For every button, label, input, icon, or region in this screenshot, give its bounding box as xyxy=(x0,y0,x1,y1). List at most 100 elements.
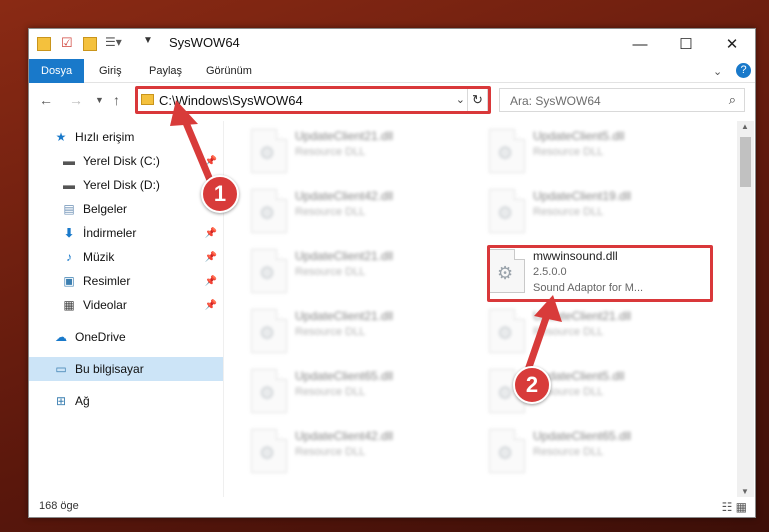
file-description: Resource DLL xyxy=(295,266,366,278)
close-button[interactable]: ✕ xyxy=(709,29,755,59)
file-description: Resource DLL xyxy=(295,146,366,158)
scroll-up-icon[interactable]: ▲ xyxy=(741,122,749,131)
file-item[interactable]: ⚙ UpdateClient19.dll Resource DLL xyxy=(487,187,717,237)
sidebar-item-label: OneDrive xyxy=(75,330,126,344)
file-item[interactable]: ⚙ UpdateClient21.dll Resource DLL xyxy=(249,247,479,297)
computer-icon: ▭ xyxy=(55,362,67,376)
file-item[interactable]: ⚙ UpdateClient42.dll Resource DLL xyxy=(249,427,479,477)
navigation-bar: ← → ▼ ↑ C:\Windows\SysWOW64 ⌄ ↻ Ara: Sys… xyxy=(29,83,755,119)
file-name: UpdateClient21.dll xyxy=(533,309,632,323)
file-description: Resource DLL xyxy=(295,206,366,218)
file-item[interactable]: ⚙ UpdateClient21.dll Resource DLL xyxy=(249,307,479,357)
sidebar-item-network[interactable]: ⊞ Ağ xyxy=(29,389,223,413)
minimize-button[interactable]: — xyxy=(617,29,663,59)
sidebar-item-label: İndirmeler xyxy=(83,226,137,240)
customize-qat-icon[interactable]: ☰▾ xyxy=(105,35,122,55)
file-description: Resource DLL xyxy=(533,206,604,218)
sidebar-item-label: Bu bilgisayar xyxy=(75,362,144,376)
sidebar-item-label: Resimler xyxy=(83,274,131,288)
file-highlight-box xyxy=(487,245,713,302)
chevron-down-icon[interactable]: ▼ xyxy=(143,35,153,55)
ribbon-tabs: Dosya Giriş Paylaş Görünüm ⌄ ? xyxy=(29,59,755,83)
pin-icon[interactable]: 📌 xyxy=(205,300,217,311)
vertical-scrollbar[interactable]: ▲ ▼ xyxy=(737,121,754,497)
gear-icon: ⚙ xyxy=(497,203,514,223)
file-item[interactable]: ⚙ UpdateClient5.dll Resource DLL xyxy=(487,127,717,177)
sidebar-item-label: Müzik xyxy=(83,250,115,264)
video-icon: ▦ xyxy=(63,298,75,312)
file-item[interactable]: ⚙ UpdateClient65.dll Resource DLL xyxy=(487,427,717,477)
gear-icon: ⚙ xyxy=(259,383,276,403)
file-name: UpdateClient21.dll xyxy=(295,249,394,263)
gear-icon: ⚙ xyxy=(259,143,276,163)
tab-dosya[interactable]: Dosya xyxy=(29,59,85,83)
file-name: UpdateClient42.dll xyxy=(295,429,394,443)
file-name: UpdateClient65.dll xyxy=(295,369,394,383)
search-input[interactable]: Ara: SysWOW64 ⌕ xyxy=(499,88,745,112)
file-name: UpdateClient19.dll xyxy=(533,189,632,203)
pin-icon[interactable]: 📌 xyxy=(205,156,217,167)
gear-icon: ⚙ xyxy=(259,323,276,343)
file-description: Resource DLL xyxy=(295,386,366,398)
expand-ribbon-icon[interactable]: ⌄ xyxy=(713,65,722,78)
drive-icon: ▬ xyxy=(63,154,75,168)
tab-gorunum[interactable]: Görünüm xyxy=(194,59,264,83)
sidebar-item-documents[interactable]: ▤ Belgeler xyxy=(29,197,223,221)
file-item[interactable]: ⚙ UpdateClient21.dll Resource DLL xyxy=(249,127,479,177)
pin-icon[interactable]: 📌 xyxy=(205,228,217,239)
status-bar: 168 öge ☷ ▦ xyxy=(29,497,755,517)
file-name: UpdateClient21.dll xyxy=(295,129,394,143)
window-title: SysWOW64 xyxy=(169,35,240,50)
sidebar-item-quick-access[interactable]: ★ Hızlı erişim xyxy=(29,125,223,149)
tab-paylas[interactable]: Paylaş xyxy=(137,59,194,83)
sidebar-item-music[interactable]: ♪ Müzik 📌 xyxy=(29,245,223,269)
gear-icon: ⚙ xyxy=(497,143,514,163)
explorer-window: ☑ ☰▾ ▼ SysWOW64 — ☐ ✕ Dosya Giriş Paylaş… xyxy=(28,28,756,518)
network-icon: ⊞ xyxy=(55,394,67,408)
scrollbar-thumb[interactable] xyxy=(740,137,751,187)
file-item[interactable]: ⚙ UpdateClient42.dll Resource DLL xyxy=(249,187,479,237)
annotation-badge-2: 2 xyxy=(513,366,551,404)
gear-icon: ⚙ xyxy=(497,323,514,343)
gear-icon: ⚙ xyxy=(259,203,276,223)
forward-button[interactable]: → xyxy=(69,92,83,108)
sidebar-item-label: Belgeler xyxy=(83,202,128,216)
gear-icon: ⚙ xyxy=(259,263,276,283)
file-description: Resource DLL xyxy=(533,326,604,338)
pin-icon[interactable]: 📌 xyxy=(205,252,217,263)
pin-icon[interactable]: 📌 xyxy=(205,276,217,287)
sidebar-item-label: Ağ xyxy=(75,394,90,408)
sidebar-item-this-pc[interactable]: ▭ Bu bilgisayar xyxy=(29,357,223,381)
address-highlight-box xyxy=(135,86,491,114)
sidebar-item-disk-d[interactable]: ▬ Yerel Disk (D:) xyxy=(29,173,223,197)
gear-icon: ⚙ xyxy=(497,443,514,463)
file-name: UpdateClient65.dll xyxy=(533,429,632,443)
properties-icon[interactable]: ☑ xyxy=(61,35,73,55)
gear-icon: ⚙ xyxy=(259,443,276,463)
sidebar-item-disk-c[interactable]: ▬ Yerel Disk (C:) 📌 xyxy=(29,149,223,173)
item-count: 168 öge xyxy=(39,500,79,512)
search-placeholder: Ara: SysWOW64 xyxy=(510,94,601,108)
recent-locations-icon[interactable]: ▼ xyxy=(95,95,104,105)
view-toggle[interactable]: ☷ ▦ xyxy=(722,500,747,514)
help-icon[interactable]: ? xyxy=(736,63,751,78)
sidebar-item-downloads[interactable]: ⬇ İndirmeler 📌 xyxy=(29,221,223,245)
sidebar-item-videos[interactable]: ▦ Videolar 📌 xyxy=(29,293,223,317)
drive-icon: ▬ xyxy=(63,178,75,192)
maximize-button[interactable]: ☐ xyxy=(663,29,709,59)
file-item[interactable]: ⚙ UpdateClient65.dll Resource DLL xyxy=(249,367,479,417)
file-item[interactable]: ⚙ UpdateClient21.dll Resource DLL xyxy=(487,307,717,357)
sidebar-item-label: Yerel Disk (D:) xyxy=(83,178,160,192)
music-icon: ♪ xyxy=(66,250,72,264)
search-icon[interactable]: ⌕ xyxy=(729,92,736,108)
new-folder-icon[interactable] xyxy=(83,37,97,51)
scroll-down-icon[interactable]: ▼ xyxy=(741,487,749,496)
tab-giris[interactable]: Giriş xyxy=(87,59,134,83)
pictures-icon: ▣ xyxy=(63,274,75,288)
file-name: UpdateClient5.dll xyxy=(533,129,625,143)
up-button[interactable]: ↑ xyxy=(113,92,120,108)
back-button[interactable]: ← xyxy=(39,92,53,108)
file-description: Resource DLL xyxy=(533,146,604,158)
sidebar-item-pictures[interactable]: ▣ Resimler 📌 xyxy=(29,269,223,293)
sidebar-item-onedrive[interactable]: ☁ OneDrive xyxy=(29,325,223,349)
